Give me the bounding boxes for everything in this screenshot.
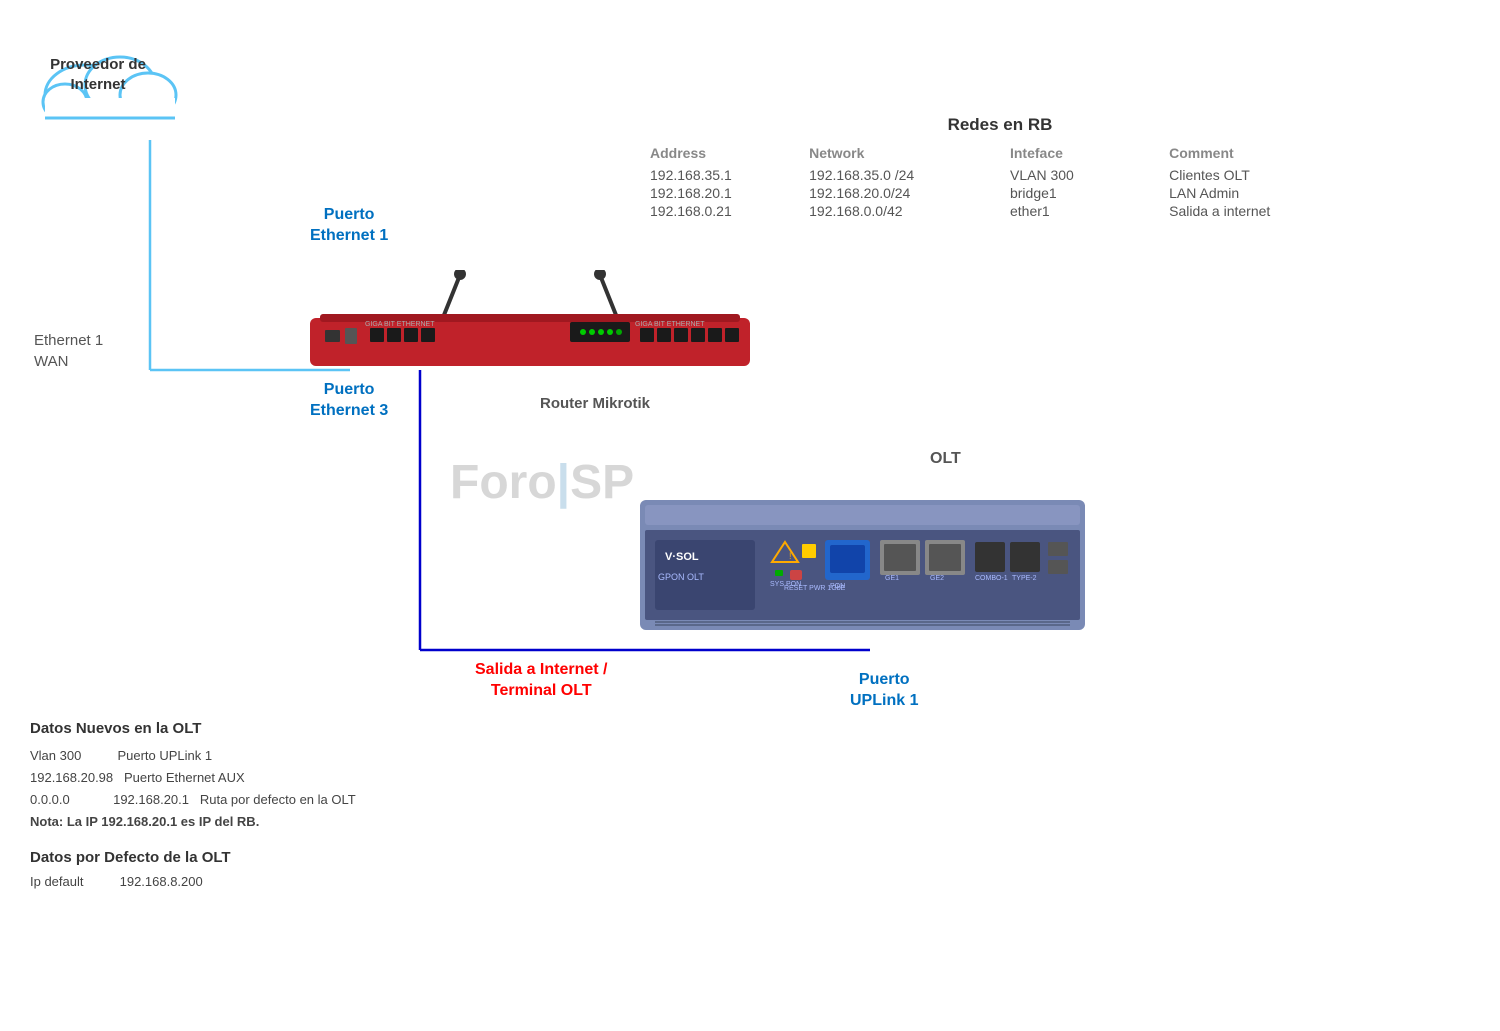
col-header-interface: Inteface [1010,145,1149,161]
svg-text:GIGA BIT ETHERNET: GIGA BIT ETHERNET [365,321,435,328]
foro-isp-watermark: Foro|SP [450,455,634,510]
row3-address: 192.168.0.21 [650,203,789,219]
row1-comment: Clientes OLT [1169,167,1350,183]
row3-interface: ether1 [1010,203,1149,219]
puerto-eth3-line1: Puerto [310,380,388,401]
datos-defecto-line1: Ip default 192.168.8.200 [30,874,730,889]
datos-nuevos-line1: Vlan 300 Puerto UPLink 1 [30,745,730,767]
row1-network: 192.168.35.0 /24 [809,167,990,183]
datos-nuevos-line2: 192.168.20.98 Puerto Ethernet AUX [30,767,730,789]
svg-text:GIGA BIT ETHERNET: GIGA BIT ETHERNET [635,321,705,328]
row3-network: 192.168.0.0/42 [809,203,990,219]
col-header-network: Network [809,145,990,161]
datos-defecto-title: Datos por Defecto de la OLT [30,849,730,866]
row2-address: 192.168.20.1 [650,185,789,201]
cloud-line2: Internet [70,76,125,93]
redes-rb-table: Address Network Inteface Comment 192.168… [650,145,1350,219]
redes-rb-container: Redes en RB Address Network Inteface Com… [650,115,1350,219]
svg-text:GE2: GE2 [930,575,944,582]
svg-text:COMBO-1: COMBO-1 [975,575,1008,582]
svg-text:PON: PON [830,583,845,590]
router-device: GIGA BIT ETHERNET GIGA BIT ETHERNET [290,270,770,370]
svg-text:GE1: GE1 [885,575,899,582]
olt-device-label: OLT [930,450,961,468]
datos-defecto-content: Ip default 192.168.8.200 [30,874,730,889]
diagram-container: Proveedor de Internet Ethernet 1 WAN Pue… [0,0,1500,1031]
puerto-eth3-label: Puerto Ethernet 3 [310,380,388,422]
puerto-eth3-line2: Ethernet 3 [310,401,388,422]
datos-nuevos-line3: 0.0.0.0 192.168.20.1 Ruta por defecto en… [30,789,730,811]
svg-text:!: ! [789,551,792,561]
puerto-uplink1-label: Puerto UPLink 1 [850,670,918,712]
router-mikrotik-label: Router Mikrotik [540,395,650,412]
cloud-line1: Proveedor de [50,56,146,73]
eth1-wan-line2: WAN [34,351,103,372]
datos-nuevos-content: Vlan 300 Puerto UPLink 1 192.168.20.98 P… [30,745,730,833]
bottom-data-section: Datos Nuevos en la OLT Vlan 300 Puerto U… [30,720,730,889]
svg-text:TYPE-2: TYPE-2 [1012,575,1037,582]
puerto-eth1-label: Puerto Ethernet 1 [310,205,388,247]
row1-address: 192.168.35.1 [650,167,789,183]
svg-text:V·SOL: V·SOL [665,551,699,563]
row1-interface: VLAN 300 [1010,167,1149,183]
salida-internet-label: Salida a Internet / Terminal OLT [475,660,607,702]
row2-network: 192.168.20.0/24 [809,185,990,201]
datos-nuevos-nota: Nota: La IP 192.168.20.1 es IP del RB. [30,811,730,833]
eth1-wan-line1: Ethernet 1 [34,330,103,351]
redes-rb-title: Redes en RB [650,115,1350,135]
eth1-wan-label: Ethernet 1 WAN [34,330,103,372]
cloud-label: Proveedor de Internet [38,55,158,94]
puerto-eth1-line2: Ethernet 1 [310,226,388,247]
row2-comment: LAN Admin [1169,185,1350,201]
puerto-eth1-line1: Puerto [310,205,388,226]
row2-interface: bridge1 [1010,185,1149,201]
col-header-address: Address [650,145,789,161]
datos-nuevos-title: Datos Nuevos en la OLT [30,720,730,737]
row3-comment: Salida a internet [1169,203,1350,219]
col-header-comment: Comment [1169,145,1350,161]
olt-device: V·SOL GPON OLT ! SYS PON RESET PWR 1GbE [640,480,1090,640]
svg-text:GPON OLT: GPON OLT [658,572,704,582]
